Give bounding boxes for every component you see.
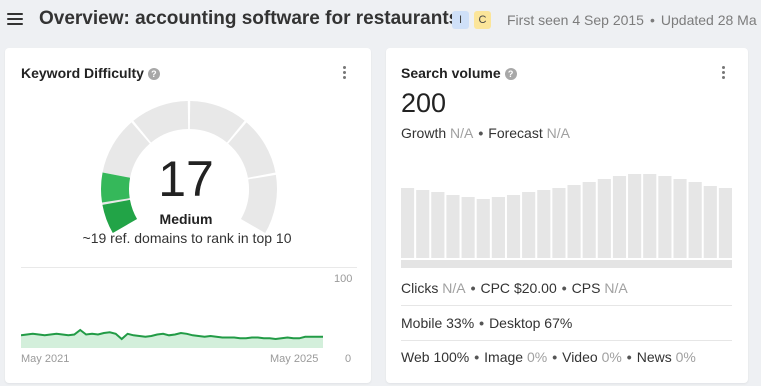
volume-bar [597, 179, 611, 258]
search-volume-bar-chart[interactable] [401, 156, 733, 270]
web-label: Web [401, 349, 430, 365]
menu-icon[interactable] [7, 11, 23, 27]
separator-dot: • [474, 349, 480, 365]
keyword-meta: First seen 4 Sep 2015 • Updated 28 Ma [507, 12, 757, 28]
help-icon[interactable]: ? [504, 68, 517, 80]
difficulty-description: ~19 ref. domains to rank in top 10 [82, 230, 292, 246]
volume-bar [688, 182, 702, 258]
separator-dot: • [626, 349, 632, 365]
desktop-share: Desktop 67% [489, 315, 573, 331]
page-title: Overview: accounting software for restau… [39, 8, 460, 29]
trend-x-start-label: May 2021 [21, 353, 70, 365]
intent-badge-informational[interactable]: I [452, 11, 469, 29]
cpc-label: CPC [480, 280, 511, 296]
cpc-value: $20.00 [513, 280, 557, 296]
separator-dot: • [478, 125, 484, 141]
separator-dot: • [561, 280, 567, 296]
volume-bar [446, 195, 460, 258]
device-row: Mobile 33% • Desktop 67% [401, 315, 572, 331]
volume-bars [401, 174, 732, 258]
trend-x-end-label: May 2025 [270, 353, 319, 365]
separator-dot: • [552, 349, 558, 365]
updated-text: Updated 28 Ma [660, 12, 757, 28]
keyword-difficulty-label: Keyword Difficulty [21, 65, 144, 81]
growth-value: N/A [450, 125, 474, 141]
chart-baseline [401, 260, 732, 268]
trend-y-min-label: 0 [345, 353, 352, 365]
search-volume-label: Search volume [401, 65, 501, 81]
web-value: 100% [433, 349, 470, 365]
video-value: 0% [601, 349, 622, 365]
divider [401, 340, 732, 341]
clicks-value: N/A [442, 280, 466, 296]
volume-bar [643, 174, 657, 258]
separator-dot: • [649, 12, 655, 28]
divider [401, 305, 732, 306]
volume-bar [506, 195, 521, 258]
volume-bar [703, 186, 717, 258]
volume-bar [628, 174, 642, 258]
video-label: Video [562, 349, 598, 365]
volume-bar [582, 182, 596, 258]
volume-bar [567, 185, 581, 258]
search-volume-card: Search volume? 200 Growth N/A • Forecast N… [386, 48, 748, 383]
clicks-row: Clicks N/A • CPC $20.00 • CPS N/A [401, 280, 628, 296]
volume-bar [401, 188, 415, 258]
growth-label: Growth [401, 125, 447, 141]
volume-bar [658, 176, 672, 258]
image-value: 0% [526, 349, 548, 365]
image-label: Image [484, 349, 524, 365]
volume-bar [461, 197, 475, 258]
search-volume-title: Search volume? [401, 65, 517, 81]
search-volume-value: 200 [401, 88, 447, 118]
growth-forecast-row: Growth N/A • Forecast N/A [401, 125, 570, 141]
keyword-difficulty-title: Keyword Difficulty? [21, 65, 160, 81]
volume-bar [612, 176, 627, 258]
volume-bar [431, 192, 445, 258]
separator-dot: • [470, 280, 476, 296]
intent-badge-commercial[interactable]: C [474, 11, 491, 29]
more-options-icon[interactable] [721, 66, 727, 82]
volume-bar [522, 192, 536, 258]
more-options-icon[interactable] [342, 66, 348, 82]
difficulty-level: Medium [159, 211, 213, 227]
volume-bar [476, 199, 490, 258]
clicks-label: Clicks [401, 280, 439, 296]
keyword-difficulty-card: Keyword Difficulty? 17 Medium ~19 ref. d… [5, 48, 371, 383]
volume-bar [718, 188, 732, 258]
gauge-fill-segment [101, 172, 131, 203]
cps-value: N/A [604, 280, 628, 296]
mobile-share: Mobile 33% [401, 315, 475, 331]
volume-bar [552, 188, 566, 258]
gauge-segment [240, 174, 277, 233]
separator-dot: • [479, 315, 485, 331]
serp-type-row: Web 100% • Image 0% • Video 0% • News 0% [401, 349, 696, 365]
cps-label: CPS [571, 280, 601, 296]
news-label: News [636, 349, 672, 365]
volume-bar [491, 197, 505, 258]
volume-bar [673, 179, 687, 258]
page-header: Overview: accounting software for restau… [0, 0, 761, 40]
trend-y-max-label: 100 [334, 273, 353, 285]
gauge-fill-segment [102, 199, 138, 233]
difficulty-score: 17 [158, 151, 214, 207]
news-value: 0% [675, 349, 696, 365]
forecast-value: N/A [546, 125, 570, 141]
difficulty-trend-chart[interactable] [21, 268, 335, 348]
volume-bar [416, 190, 430, 258]
help-icon[interactable]: ? [147, 68, 160, 80]
volume-bar [537, 190, 551, 258]
first-seen-text: First seen 4 Sep 2015 [507, 12, 644, 28]
forecast-label: Forecast [488, 125, 543, 141]
